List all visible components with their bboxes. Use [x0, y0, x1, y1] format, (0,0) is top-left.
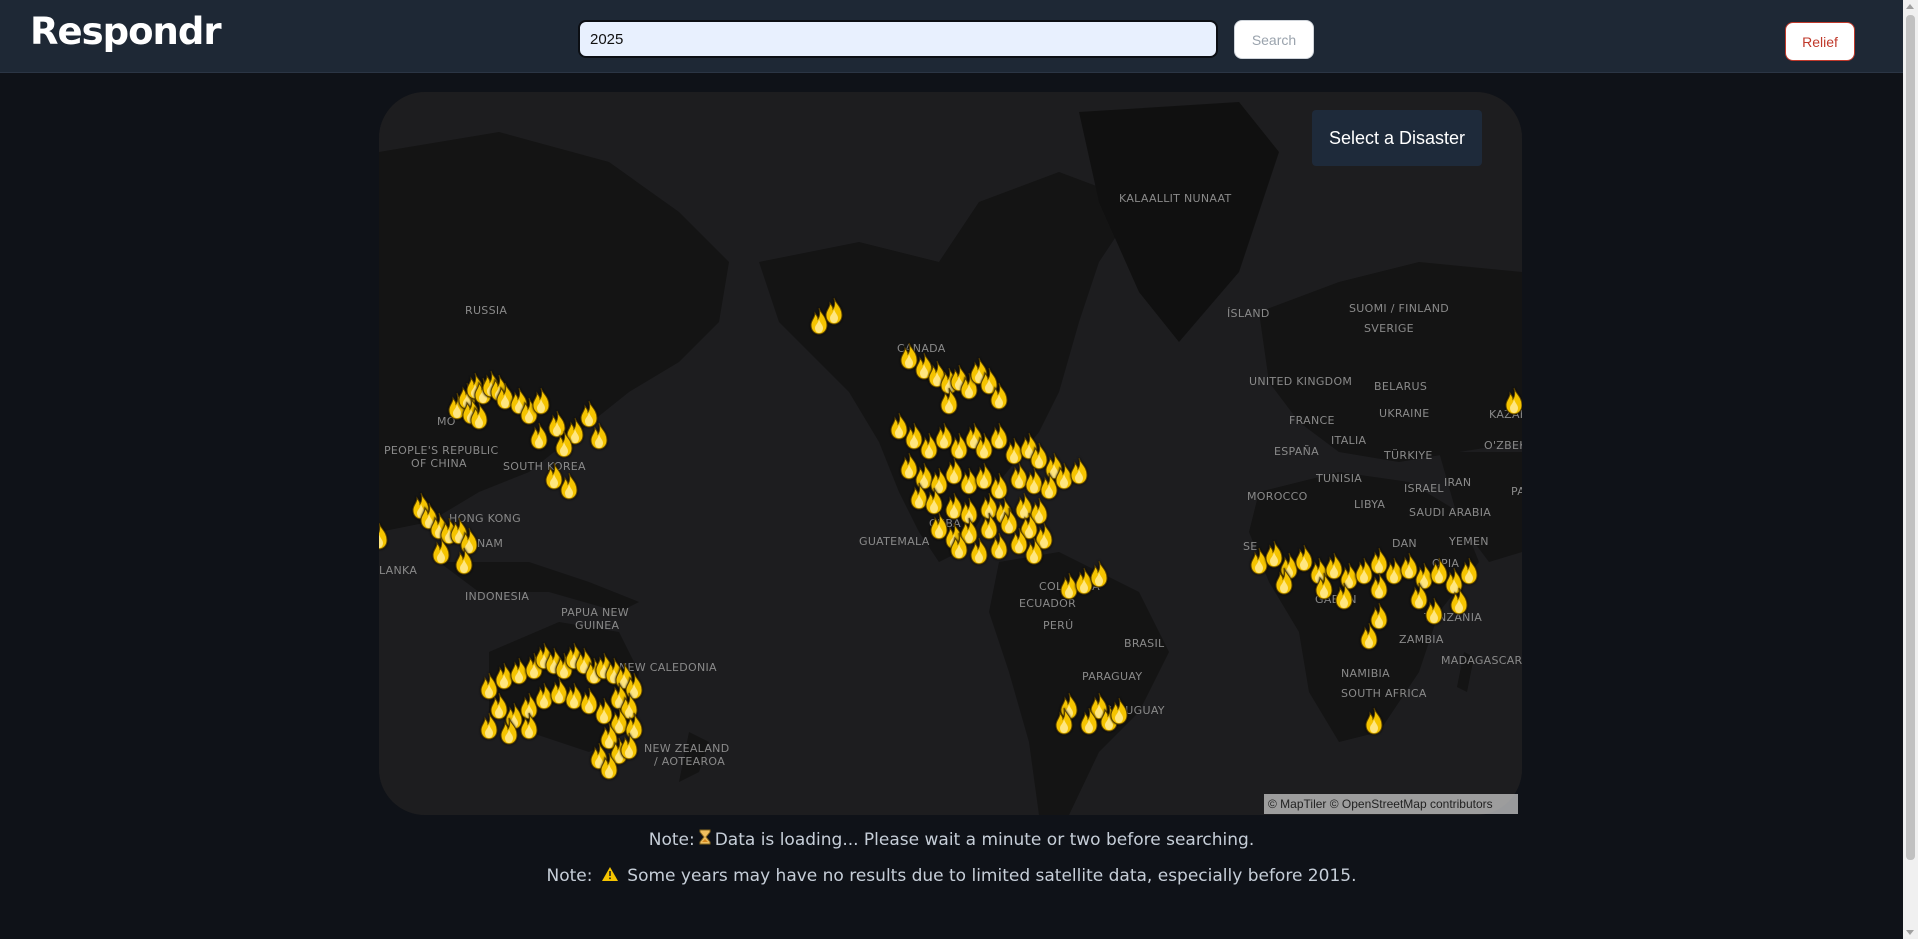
fire-icon[interactable]	[1089, 560, 1109, 588]
fire-icon[interactable]	[479, 712, 499, 740]
fire-icon[interactable]	[1054, 707, 1074, 735]
fire-icon[interactable]	[379, 522, 389, 550]
fire-icon[interactable]	[499, 717, 519, 745]
map-label-indonesia: INDONESIA	[465, 590, 530, 603]
map-label-zambia: ZAMBIA	[1399, 633, 1444, 646]
fire-icon[interactable]	[1359, 622, 1379, 650]
map-label-png1: PAPUA NEW	[561, 606, 629, 619]
fire-icon[interactable]	[431, 537, 451, 565]
map-label-nam: NAM	[477, 537, 504, 550]
map-label-png2: GUINEA	[575, 619, 620, 632]
map-label-saudi: SAUDI ARABIA	[1409, 506, 1492, 519]
map-label-dan: DAN	[1392, 537, 1417, 550]
fire-icon[interactable]	[1024, 537, 1044, 565]
map-label-suomi: SUOMI / FINLAND	[1349, 302, 1450, 315]
map-label-island: ÍSLAND	[1227, 307, 1270, 320]
fire-icon[interactable]	[599, 752, 619, 780]
map-label-uk: UNITED KINGDOM	[1249, 375, 1353, 388]
note-label: Note:	[546, 866, 593, 886]
map-label-lanka: LANKA	[379, 564, 418, 577]
search-input[interactable]	[578, 20, 1218, 58]
warning-note: Note: Some years may have no results due…	[0, 866, 1903, 886]
top-bar: Respondr Search Relief	[0, 0, 1903, 73]
scroll-thumb[interactable]	[1906, 15, 1915, 860]
fire-icon[interactable]	[619, 732, 639, 760]
fire-icon[interactable]	[1109, 697, 1129, 725]
search-button[interactable]: Search	[1234, 20, 1314, 59]
fire-icon[interactable]	[519, 712, 539, 740]
map-label-sverige: SVERIGE	[1364, 322, 1414, 335]
fire-icon[interactable]	[529, 422, 549, 450]
fire-icon[interactable]	[454, 547, 474, 575]
scroll-down-arrow-icon[interactable]	[1906, 930, 1914, 935]
map-label-pa: PA	[1511, 485, 1522, 498]
map-label-southafrica: SOUTH AFRICA	[1341, 687, 1427, 700]
map-label-france: FRANCE	[1289, 414, 1335, 427]
map-attribution[interactable]: © MapTiler © OpenStreetMap contributors	[1264, 794, 1518, 814]
fire-icon[interactable]	[989, 532, 1009, 560]
fire-icon[interactable]	[1334, 582, 1354, 610]
map-label-italia: ITALIA	[1331, 434, 1367, 447]
fire-icon[interactable]	[1079, 707, 1099, 735]
map-label-namibia: NAMIBIA	[1341, 667, 1390, 680]
scroll-up-arrow-icon[interactable]	[1906, 4, 1914, 9]
fire-icon[interactable]	[559, 472, 579, 500]
fire-icon[interactable]	[1459, 557, 1479, 585]
map-label-guatemala: GUATEMALA	[859, 535, 930, 548]
select-disaster-button[interactable]: Select a Disaster	[1312, 110, 1482, 166]
map-label-nz2: / AOTEAROA	[654, 755, 726, 768]
fire-icon[interactable]	[1069, 457, 1089, 485]
map-label-morocco: MOROCCO	[1247, 490, 1308, 503]
map-label-iran: IRAN	[1444, 476, 1472, 489]
fire-icon[interactable]	[1369, 572, 1389, 600]
map-label-belarus: BELARUS	[1374, 380, 1428, 393]
fire-icon[interactable]	[939, 387, 959, 415]
map-label-turkiye: TÜRKIYE	[1384, 449, 1433, 462]
fire-icon[interactable]	[949, 532, 969, 560]
map-label-prc1: PEOPLE'S REPUBLIC	[384, 444, 499, 457]
map-label-russia: RUSSIA	[465, 304, 508, 317]
relief-button[interactable]: Relief	[1785, 22, 1855, 61]
world-map[interactable]: KALAALLIT NUNAAT RUSSIA CANADA ÍSLAND SUOMI …	[379, 92, 1522, 815]
map-label-brasil: BRASIL	[1124, 637, 1165, 650]
fire-icon[interactable]	[824, 297, 844, 325]
note-label: Note:	[648, 830, 695, 850]
fire-icon[interactable]	[469, 402, 489, 430]
page-scrollbar[interactable]	[1903, 0, 1918, 939]
fire-icon[interactable]	[1424, 597, 1444, 625]
warning-text: Some years may have no results due to li…	[627, 866, 1357, 886]
map-label-israel: ISRAEL	[1404, 482, 1444, 495]
map-label-peru: PERÚ	[1043, 619, 1074, 632]
fire-icon[interactable]	[1449, 587, 1469, 615]
hourglass-icon	[699, 829, 711, 850]
map-label-prc2: OF CHINA	[411, 457, 467, 470]
loading-text: Data is loading... Please wait a minute …	[714, 830, 1255, 850]
fire-icon[interactable]	[1504, 387, 1522, 415]
map-label-nz1: NEW ZEALAND	[644, 742, 730, 755]
fire-icon[interactable]	[1314, 572, 1334, 600]
map-label-libya: LIBYA	[1354, 498, 1386, 511]
fire-icon[interactable]	[1274, 567, 1294, 595]
map-label-tunisia: TUNISIA	[1316, 472, 1363, 485]
map-label-madagascar: MADAGASCAR	[1441, 654, 1522, 667]
warning-icon	[601, 866, 618, 886]
map-label-espana: ESPAÑA	[1274, 445, 1319, 458]
map-label-ukraine: UKRAINE	[1379, 407, 1430, 420]
fire-icon[interactable]	[969, 537, 989, 565]
fire-icon[interactable]	[924, 487, 944, 515]
fire-icon[interactable]	[554, 430, 574, 458]
fire-icon[interactable]	[1364, 707, 1384, 735]
map-label-paraguay: PARAGUAY	[1082, 670, 1143, 683]
map-label-yemen: YEMEN	[1449, 535, 1489, 548]
app-logo[interactable]: Respondr	[30, 10, 222, 53]
map-label-kalaallit: KALAALLIT NUNAAT	[1119, 192, 1232, 205]
loading-note: Note: Data is loading... Please wait a m…	[0, 829, 1903, 850]
fire-icon[interactable]	[589, 422, 609, 450]
fire-icon[interactable]	[989, 382, 1009, 410]
map-label-ozbek: O'ZBEKI	[1484, 439, 1522, 452]
